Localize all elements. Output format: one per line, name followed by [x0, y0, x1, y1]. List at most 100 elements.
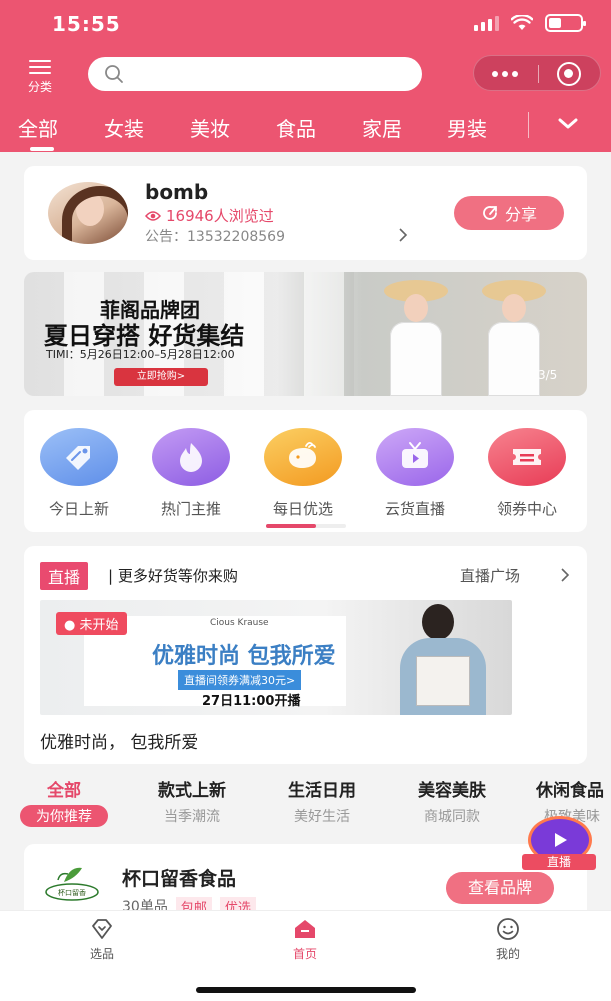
quick-entry-live[interactable]: 云货直播 — [370, 428, 460, 519]
live-bag-image — [416, 656, 470, 706]
quick-entry-new[interactable]: 今日上新 — [34, 428, 124, 519]
nav-mine[interactable]: 我的 — [468, 917, 548, 962]
search-icon — [105, 65, 123, 83]
nav-label: 我的 — [495, 947, 520, 961]
more-icon[interactable] — [492, 71, 518, 77]
quick-entry-label: 热门主推 — [160, 500, 221, 518]
status-icons — [474, 14, 586, 32]
live-cover-coupon: 直播间领券满减30元> — [178, 670, 302, 690]
quick-entry-coupon[interactable]: 领券中心 — [482, 428, 572, 519]
chevron-right-icon[interactable] — [398, 228, 408, 242]
category-all[interactable]: 全部 为你推荐 — [20, 776, 108, 827]
category-subtitle: 为你推荐 — [20, 805, 108, 827]
menu-icon — [29, 60, 51, 74]
promo-banner[interactable]: 菲阁品牌团 夏日穿搭 好货集结 TIMI：5月26日12:00–5月28日12:… — [24, 272, 587, 396]
quick-entry-card: 今日上新 热门主推 每日优选 云货直播 领券中心 — [24, 410, 587, 532]
banner-model-image — [376, 278, 456, 396]
floating-live-button[interactable]: 直播 — [518, 816, 598, 874]
live-title: 优雅时尚， 包我所爱 — [40, 733, 199, 753]
share-label: 分享 — [504, 205, 537, 224]
tag-icon — [40, 428, 118, 486]
bottom-nav: 选品 首页 我的 — [0, 910, 611, 1001]
category-daily-life[interactable]: 生活日用 美好生活 — [276, 776, 368, 827]
category-skincare[interactable]: 美容美肤 商城同款 — [406, 776, 498, 827]
category-title: 生活日用 — [288, 781, 356, 801]
search-input[interactable] — [88, 57, 422, 91]
tab-home[interactable]: 家居 — [362, 113, 402, 142]
live-cover-brand: Cious Krause — [210, 618, 269, 628]
chevron-down-icon[interactable] — [556, 116, 580, 132]
store-notice: 公告：13532208569 — [145, 229, 285, 245]
nav-select[interactable]: 选品 — [62, 917, 142, 962]
chevron-right-icon[interactable] — [560, 568, 570, 582]
eye-icon — [145, 210, 161, 221]
category-subtitle: 当季潮流 — [164, 809, 220, 825]
floating-live-label: 直播 — [522, 854, 596, 870]
ticket-icon — [488, 428, 566, 486]
tab-men[interactable]: 男装 — [447, 113, 487, 142]
nav-home[interactable]: 首页 — [265, 917, 345, 962]
category-title: 美容美肤 — [418, 781, 486, 801]
wifi-icon — [511, 15, 533, 30]
category-title: 休闲食品 — [536, 781, 604, 801]
scroll-indicator — [266, 524, 346, 528]
avatar — [48, 182, 128, 244]
category-button[interactable]: 分类 — [20, 56, 60, 96]
tabs-divider — [528, 112, 529, 138]
banner-page-indicator: 3/5 — [538, 368, 558, 382]
app-header: 15:55 分类 全部 女装 美妆 食品 家居 男装 — [0, 0, 611, 152]
store-name: bomb — [145, 180, 209, 204]
status-time: 15:55 — [52, 12, 121, 36]
share-icon — [483, 206, 497, 220]
battery-icon — [545, 14, 586, 32]
tab-beauty[interactable]: 美妆 — [190, 113, 230, 142]
tab-food[interactable]: 食品 — [276, 113, 316, 142]
tab-all[interactable]: 全部 — [18, 113, 58, 151]
live-section: 直播 | 更多好货等你来购 直播广场 Cious Krause 优雅时尚 包我所… — [24, 546, 587, 764]
brand-logo: 杯口留香 — [45, 867, 99, 901]
live-cover-image[interactable]: Cious Krause 优雅时尚 包我所爱 直播间领券满减30元> 27日11… — [40, 600, 512, 715]
views-count: 16946人浏览过 — [166, 207, 274, 225]
whale-icon — [264, 428, 342, 486]
store-card[interactable]: bomb 16946人浏览过 公告：13532208569 分享 — [24, 166, 587, 260]
category-new-style[interactable]: 款式上新 当季潮流 — [146, 776, 238, 827]
live-plaza-link[interactable]: 直播广场 — [460, 565, 520, 586]
quick-entry-daily[interactable]: 每日优选 — [258, 428, 348, 519]
tv-icon — [376, 428, 454, 486]
miniapp-capsule — [473, 55, 601, 91]
quick-entry-hot[interactable]: 热门主推 — [146, 428, 236, 519]
capsule-divider — [538, 65, 539, 83]
quick-entry-label: 每日优选 — [272, 500, 333, 518]
nav-label: 选品 — [89, 947, 114, 961]
live-subtitle: | 更多好货等你来购 — [108, 567, 238, 585]
live-status-badge: ● 未开始 — [56, 612, 127, 635]
category-subtitle: 美好生活 — [294, 809, 350, 825]
quick-entry-label: 今日上新 — [48, 500, 109, 518]
smile-icon — [497, 918, 519, 940]
live-cover-slogan: 优雅时尚 包我所爱 — [152, 644, 336, 669]
nav-label: 首页 — [292, 947, 317, 961]
view-brand-button[interactable]: 查看品牌 — [446, 872, 554, 904]
flame-icon — [152, 428, 230, 486]
close-target-icon[interactable] — [557, 62, 581, 86]
home-indicator — [196, 987, 416, 993]
signal-icon — [474, 15, 499, 31]
diamond-icon — [92, 919, 112, 939]
live-cover-time: 27日11:00开播 — [202, 694, 301, 709]
category-subtitle: 商城同款 — [424, 809, 480, 825]
share-button[interactable]: 分享 — [454, 196, 564, 230]
quick-entry-label: 领券中心 — [496, 500, 557, 518]
status-bar: 15:55 — [0, 0, 611, 48]
brand-logo-text: 杯口留香 — [58, 888, 86, 897]
category-title: 全部 — [47, 781, 81, 801]
home-icon — [295, 920, 315, 938]
brand-name: 杯口留香食品 — [122, 868, 237, 890]
banner-time: TIMI：5月26日12:00–5月28日12:00 — [46, 348, 235, 361]
store-views: 16946人浏览过 — [145, 205, 274, 226]
live-status-text: 未开始 — [79, 618, 119, 633]
category-label: 分类 — [27, 80, 52, 94]
tab-women[interactable]: 女装 — [104, 113, 144, 142]
category-tabs: 全部 女装 美妆 食品 家居 男装 — [0, 110, 611, 152]
banner-buy-button[interactable]: 立即抢购> — [114, 368, 208, 386]
live-badge: 直播 — [40, 562, 89, 590]
